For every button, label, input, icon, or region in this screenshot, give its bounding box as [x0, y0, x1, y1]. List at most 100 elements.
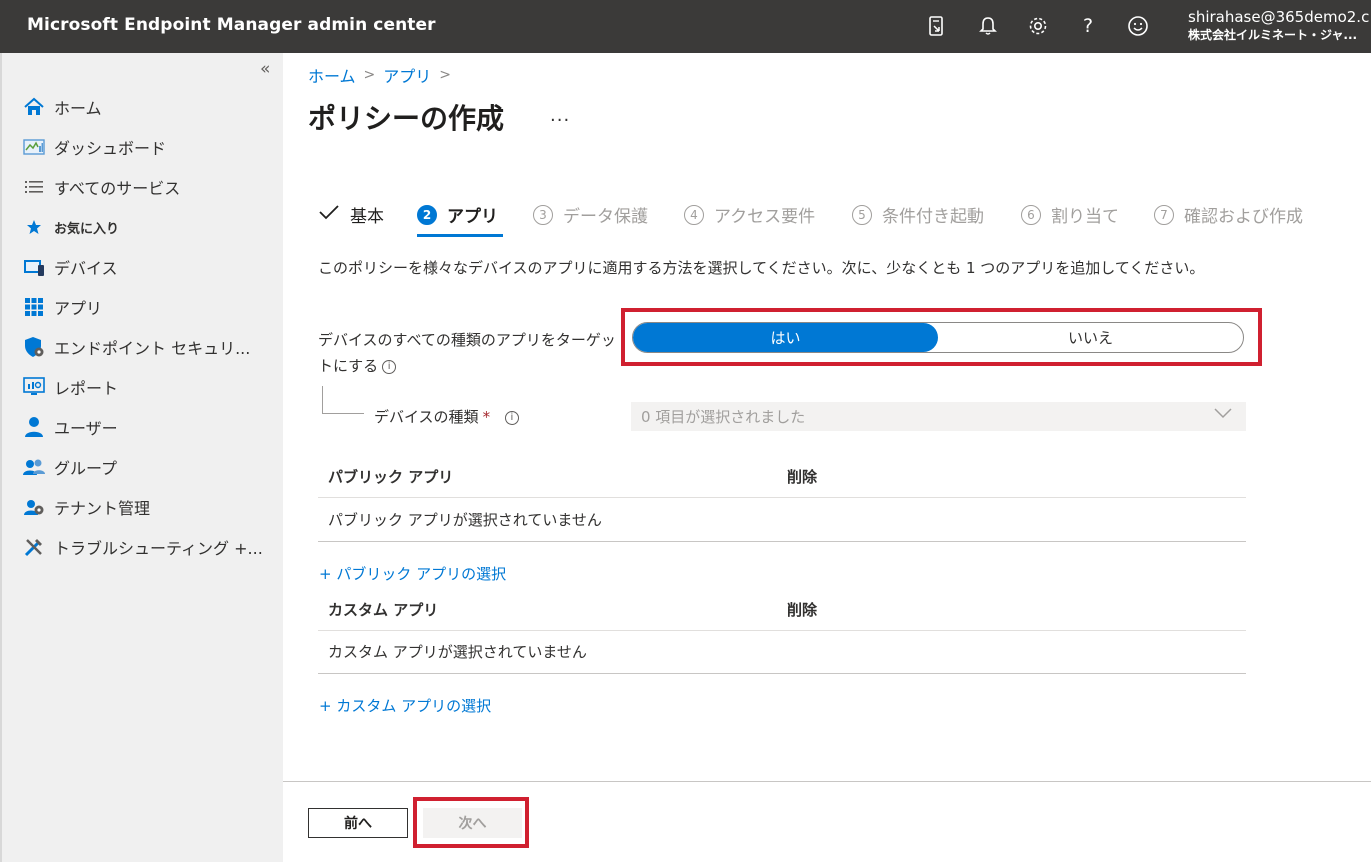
step-number: 3: [533, 204, 553, 225]
toggle-yes[interactable]: はい: [633, 323, 938, 352]
custom-apps-col-delete: 削除: [787, 601, 818, 619]
feedback-tablet-icon[interactable]: [925, 14, 949, 38]
public-apps-empty: パブリック アプリが選択されていません: [328, 511, 602, 529]
custom-apps-empty: カスタム アプリが選択されていません: [328, 643, 587, 661]
sidebar-item-label: すべてのサービス: [54, 179, 181, 198]
sidebar-item-label: テナント管理: [54, 499, 151, 518]
breadcrumb-separator: >: [439, 67, 452, 83]
sidebar-item-favorites[interactable]: お気に入り: [22, 214, 119, 240]
sidebar-item-label: ダッシュボード: [54, 139, 167, 158]
gear-icon[interactable]: [1026, 14, 1050, 38]
tools-icon: [22, 535, 46, 559]
sidebar-item-dashboard[interactable]: ダッシュボード: [22, 134, 166, 160]
tab-assignments[interactable]: 6 割り当て: [1021, 202, 1119, 227]
sidebar-item-label: グループ: [54, 459, 118, 478]
step-label: 確認および作成: [1184, 207, 1303, 227]
smiley-icon[interactable]: [1126, 14, 1150, 38]
main-content: ホーム > アプリ > ポリシーの作成 ... 基本 2 アプリ 3 データ保護…: [283, 53, 1371, 862]
sidebar-item-devices[interactable]: デバイス: [22, 254, 118, 280]
active-step-underline: [417, 234, 503, 237]
step-number: 2: [417, 204, 437, 225]
select-custom-apps-link[interactable]: + カスタム アプリの選択: [319, 695, 491, 716]
account-info[interactable]: shirahase@365demo2.c 株式会社イルミネート・ジャ...: [1188, 7, 1369, 43]
sidebar-item-label: エンドポイント セキュリ...: [54, 339, 251, 358]
footer-divider: [283, 781, 1371, 782]
tenant-admin-icon: [22, 495, 46, 519]
shield-icon: [22, 335, 46, 359]
breadcrumb-separator: >: [363, 67, 376, 83]
sidebar-item-reports[interactable]: レポート: [22, 374, 118, 400]
breadcrumb-apps[interactable]: アプリ: [383, 63, 431, 87]
more-options-button[interactable]: ...: [550, 105, 570, 126]
sidebar-item-apps[interactable]: アプリ: [22, 294, 102, 320]
top-bar: Microsoft Endpoint Manager admin center …: [0, 0, 1371, 53]
page-title: ポリシーの作成: [308, 102, 505, 135]
tab-apps[interactable]: 2 アプリ: [417, 202, 498, 227]
device-icon: [22, 255, 46, 279]
info-icon[interactable]: i: [382, 359, 397, 374]
group-icon: [22, 455, 46, 479]
step-label: データ保護: [563, 207, 648, 227]
sidebar-item-tenant-admin[interactable]: テナント管理: [22, 494, 150, 520]
star-icon: [22, 215, 46, 239]
target-all-label: デバイスのすべての種類のアプリをターゲットにする i: [318, 327, 623, 379]
bell-icon[interactable]: [976, 14, 1000, 38]
tab-basics[interactable]: 基本: [318, 202, 384, 227]
custom-apps-table-header: カスタム アプリ 削除: [318, 587, 1246, 631]
target-all-label-text: デバイスのすべての種類のアプリをターゲットにする: [318, 331, 616, 375]
tab-access-requirements[interactable]: 4 アクセス要件: [684, 202, 815, 227]
sidebar-item-groups[interactable]: グループ: [22, 454, 117, 480]
user-email: shirahase@365demo2.c: [1188, 8, 1370, 26]
tab-review-create[interactable]: 7 確認および作成: [1154, 202, 1303, 227]
sidebar-item-troubleshooting[interactable]: トラブルシューティング +...: [22, 534, 263, 560]
sidebar-item-users[interactable]: ユーザー: [22, 414, 118, 440]
tab-data-protection[interactable]: 3 データ保護: [533, 202, 648, 227]
sidebar-item-label: アプリ: [54, 299, 103, 318]
required-mark: *: [482, 408, 491, 426]
public-apps-col-delete: 削除: [787, 468, 818, 486]
tab-conditional-launch[interactable]: 5 条件付き起動: [852, 202, 984, 227]
table-row: カスタム アプリが選択されていません: [318, 630, 1246, 674]
step-number: 5: [852, 204, 872, 225]
breadcrumb-home[interactable]: ホーム: [308, 63, 356, 87]
previous-button[interactable]: 前へ: [308, 808, 408, 838]
user-org: 株式会社イルミネート・ジャ...: [1188, 28, 1358, 42]
sidebar-item-label: レポート: [54, 379, 119, 398]
sidebar: « ホーム ダッシュボード すべてのサービス お気に入り デバイス アプリ エン…: [0, 53, 283, 862]
info-icon[interactable]: i: [504, 410, 519, 425]
step-label: 条件付き起動: [882, 207, 984, 227]
device-type-label-text: デバイスの種類: [374, 408, 479, 426]
toggle-no[interactable]: いいえ: [938, 323, 1243, 352]
dashboard-icon: [22, 135, 46, 159]
apps-grid-icon: [22, 295, 46, 319]
step-number: 6: [1021, 204, 1041, 225]
tree-connector: [322, 386, 323, 413]
sidebar-item-all-services[interactable]: すべてのサービス: [22, 174, 180, 200]
step-label: アクセス要件: [714, 207, 816, 227]
home-icon: [22, 95, 46, 119]
device-type-dropdown[interactable]: 0 項目が選択されました: [631, 402, 1246, 431]
help-icon[interactable]: ?: [1076, 14, 1100, 38]
step-number: 4: [684, 204, 704, 225]
report-monitor-icon: [22, 375, 46, 399]
target-all-toggle[interactable]: はい いいえ: [632, 322, 1244, 353]
public-apps-col-name: パブリック アプリ: [328, 468, 454, 486]
table-row: パブリック アプリが選択されていません: [318, 498, 1246, 542]
sidebar-item-label: ユーザー: [54, 419, 118, 438]
sidebar-item-home[interactable]: ホーム: [22, 94, 102, 120]
sidebar-item-endpoint-security[interactable]: エンドポイント セキュリ...: [22, 334, 250, 360]
collapse-sidebar-button[interactable]: «: [260, 59, 270, 79]
app-title[interactable]: Microsoft Endpoint Manager admin center: [27, 15, 436, 35]
policy-description: このポリシーを様々なデバイスのアプリに適用する方法を選択してください。次に、少な…: [318, 259, 1205, 277]
device-type-value: 0 項目が選択されました: [641, 408, 806, 426]
select-public-apps-link[interactable]: + パブリック アプリの選択: [319, 563, 506, 584]
step-label: 基本: [350, 207, 384, 227]
sidebar-item-label: トラブルシューティング +...: [54, 539, 263, 558]
sidebar-item-label: お気に入り: [54, 221, 120, 237]
checkmark-icon: [318, 203, 340, 226]
list-icon: [22, 175, 46, 199]
next-button[interactable]: 次へ: [423, 808, 522, 838]
step-label: アプリ: [447, 207, 498, 227]
sidebar-item-label: ホーム: [54, 99, 102, 118]
public-apps-table-header: パブリック アプリ 削除: [318, 454, 1246, 498]
